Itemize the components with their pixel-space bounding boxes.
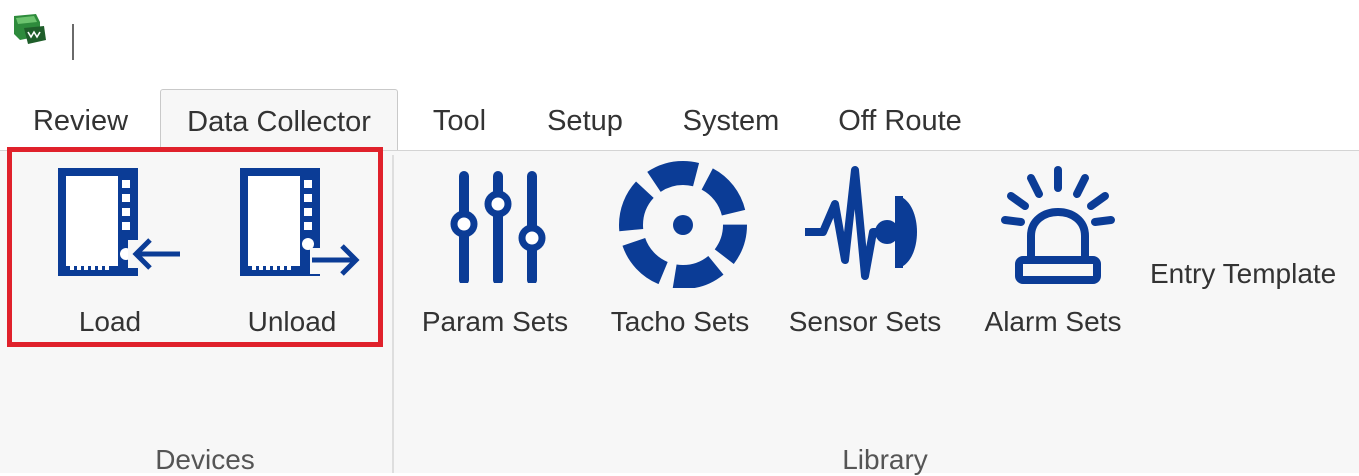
tab-review[interactable]: Review bbox=[18, 89, 143, 149]
tacho-dial-icon bbox=[619, 161, 747, 288]
tab-system[interactable]: System bbox=[668, 89, 794, 149]
group-label-library: Library bbox=[842, 444, 928, 475]
param-sets-label: Param Sets bbox=[421, 306, 569, 337]
sensor-waveform-icon bbox=[805, 166, 917, 280]
tacho-sets-label: Tacho Sets bbox=[610, 306, 750, 337]
ribbon-tab-strip: Review Data Collector Tool Setup System … bbox=[0, 85, 1359, 152]
title-separator bbox=[72, 24, 74, 60]
device-unload-icon bbox=[240, 168, 360, 276]
app-icon[interactable] bbox=[10, 12, 50, 46]
load-label: Load bbox=[78, 306, 142, 337]
unload-label: Unload bbox=[247, 306, 337, 337]
tab-data-collector[interactable]: Data Collector bbox=[160, 89, 398, 152]
group-separator bbox=[392, 155, 394, 473]
tab-off-route[interactable]: Off Route bbox=[818, 89, 982, 149]
group-label-devices: Devices bbox=[155, 444, 255, 475]
device-load-icon bbox=[58, 168, 180, 276]
alarm-beacon-icon bbox=[1001, 166, 1115, 284]
alarm-sets-label: Alarm Sets bbox=[984, 306, 1122, 337]
tab-setup[interactable]: Setup bbox=[530, 89, 640, 149]
sensor-sets-label: Sensor Sets bbox=[788, 306, 942, 337]
tab-tool[interactable]: Tool bbox=[412, 89, 507, 149]
title-bar bbox=[0, 0, 1359, 85]
entry-template-button[interactable]: Entry Template bbox=[1150, 258, 1355, 290]
sliders-icon bbox=[450, 171, 546, 283]
